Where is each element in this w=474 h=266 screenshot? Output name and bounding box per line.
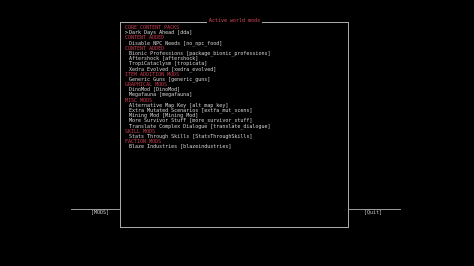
- panel-title-text: Active world mods: [206, 18, 263, 24]
- mod-item[interactable]: Blaze Industries [blazeindustries]: [125, 145, 344, 150]
- mod-list[interactable]: CORE CONTENT PACKS >Dark Days Ahead [dda]…: [125, 25, 344, 151]
- mod-label: Blaze Industries [blazeindustries]: [129, 144, 232, 151]
- panel-title: Active world mods: [121, 18, 348, 24]
- quit-button[interactable]: [Quit]: [364, 210, 382, 216]
- active-mods-panel: Active world mods CORE CONTENT PACKS >Dar…: [120, 18, 349, 228]
- mods-tab[interactable]: [MODS]: [91, 210, 109, 216]
